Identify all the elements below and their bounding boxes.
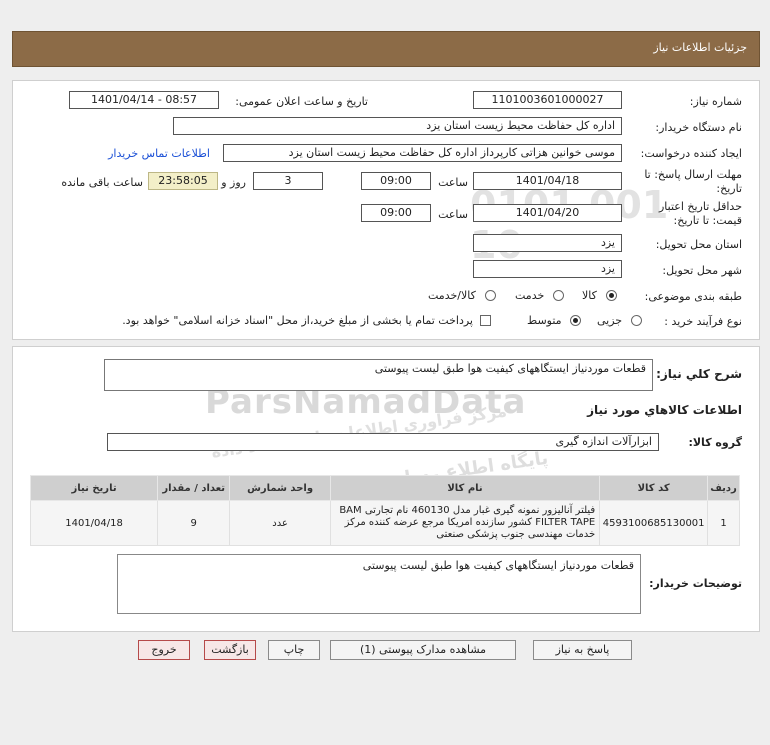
validity-time-field: 09:00 bbox=[361, 204, 431, 222]
category-option-goods: کالا bbox=[582, 289, 597, 302]
reply-button[interactable]: پاسخ به نیاز bbox=[533, 640, 632, 660]
process-radio-medium[interactable] bbox=[570, 315, 581, 326]
row-code: 4593100685130001 bbox=[599, 500, 709, 546]
col-unit: واحد شمارش bbox=[229, 475, 331, 501]
col-date: تاریخ نیاز bbox=[29, 475, 159, 501]
city-field: یزد bbox=[473, 260, 622, 278]
category-option-goods-service: کالا/خدمت bbox=[428, 289, 476, 302]
category-radio-goods[interactable] bbox=[606, 290, 617, 301]
province-field: یزد bbox=[473, 234, 622, 252]
category-label: طبقه بندی موضوعی: bbox=[644, 290, 742, 303]
creator-field: موسی خوانین هزاتی کارپرداز اداره کل حفاظ… bbox=[223, 144, 622, 162]
days-label: روز و bbox=[221, 176, 246, 189]
buyer-contact-link[interactable]: اطلاعات تماس خریدار bbox=[108, 147, 210, 160]
row-date: 1401/04/18 bbox=[29, 500, 159, 546]
process-label: نوع فرآیند خرید : bbox=[664, 315, 742, 328]
col-qty: تعداد / مقدار bbox=[157, 475, 231, 501]
reply-deadline-label: مهلت ارسال پاسخ: تا تاریخ: bbox=[644, 168, 742, 195]
buyer-notes-field: قطعات موردنیاز ایستگاههای کیفیت هوا طبق … bbox=[117, 554, 641, 614]
row-unit: عدد bbox=[229, 500, 331, 546]
treasury-payment-note: پرداخت تمام یا بخشی از مبلغ خرید،از محل … bbox=[122, 314, 473, 327]
need-description-label: شرح کلي نياز: bbox=[656, 367, 742, 381]
announce-field: 1401/04/14 - 08:57 bbox=[69, 91, 219, 109]
need-number-field: 1101003601000027 bbox=[473, 91, 622, 109]
category-radio-goods-service[interactable] bbox=[485, 290, 496, 301]
announce-label: تاریخ و ساعت اعلان عمومی: bbox=[235, 95, 368, 108]
process-option-minor: جزیی bbox=[597, 314, 623, 327]
goods-table-header: تاریخ نیاز تعداد / مقدار واحد شمارش نام … bbox=[29, 475, 740, 501]
need-description-field: قطعات موردنیاز ایستگاههای کیفیت هوا طبق … bbox=[104, 359, 653, 391]
remaining-label: ساعت باقی مانده bbox=[61, 176, 143, 189]
validity-date-field: 1401/04/20 bbox=[473, 204, 622, 222]
print-button[interactable]: چاپ bbox=[268, 640, 320, 660]
process-radio-minor[interactable] bbox=[631, 315, 642, 326]
category-radio-service[interactable] bbox=[553, 290, 564, 301]
treasury-payment-checkbox[interactable] bbox=[480, 315, 491, 326]
buyer-notes-label: توضیحات خریدار: bbox=[649, 577, 742, 590]
reply-date-field: 1401/04/18 bbox=[473, 172, 622, 190]
row-name: فیلتر آنالیزور نمونه گیری غبار مدل 46013… bbox=[329, 500, 601, 546]
category-option-service: خدمت bbox=[515, 289, 545, 302]
attachments-button[interactable]: مشاهده مدارک پیوستی (1) bbox=[330, 640, 516, 660]
process-option-medium: متوسط bbox=[527, 314, 562, 327]
table-row: 1401/04/18 9 عدد فیلتر آنالیزور نمونه گی… bbox=[29, 500, 740, 546]
reply-time-label: ساعت bbox=[438, 176, 468, 189]
goods-group-label: گروه کالا: bbox=[688, 436, 742, 449]
creator-label: ایجاد کننده درخواست: bbox=[640, 147, 742, 160]
goods-group-field: ابزارآلات اندازه گیری bbox=[107, 433, 659, 451]
goods-info-title: اطلاعات کالاهاي مورد نياز bbox=[587, 403, 742, 417]
row-qty: 9 bbox=[157, 500, 231, 546]
need-number-label: شماره نیاز: bbox=[689, 95, 742, 108]
reply-time-field: 09:00 bbox=[361, 172, 431, 190]
city-label: شهر محل تحویل: bbox=[662, 264, 742, 277]
col-index: ردیف bbox=[707, 475, 740, 501]
goods-table: تاریخ نیاز تعداد / مقدار واحد شمارش نام … bbox=[29, 475, 740, 546]
remaining-time-field: 23:58:05 bbox=[148, 172, 218, 190]
row-index: 1 bbox=[707, 500, 740, 546]
back-button[interactable]: بازگشت bbox=[204, 640, 256, 660]
province-label: استان محل تحویل: bbox=[655, 238, 742, 251]
page-header: جزئیات اطلاعات نیاز bbox=[12, 31, 760, 67]
validity-label: حداقل تاریخ اعتبار قیمت: تا تاریخ: bbox=[658, 200, 742, 227]
buyer-org-field: اداره کل حفاظت محیط زیست استان یزد bbox=[173, 117, 622, 135]
exit-button[interactable]: خروج bbox=[138, 640, 190, 660]
days-field: 3 bbox=[253, 172, 323, 190]
buyer-org-label: نام دستگاه خریدار: bbox=[655, 121, 742, 134]
col-name: نام کالا bbox=[329, 475, 601, 501]
validity-time-label: ساعت bbox=[438, 208, 468, 221]
col-code: کد کالا bbox=[599, 475, 709, 501]
page-title: جزئیات اطلاعات نیاز bbox=[653, 41, 747, 54]
